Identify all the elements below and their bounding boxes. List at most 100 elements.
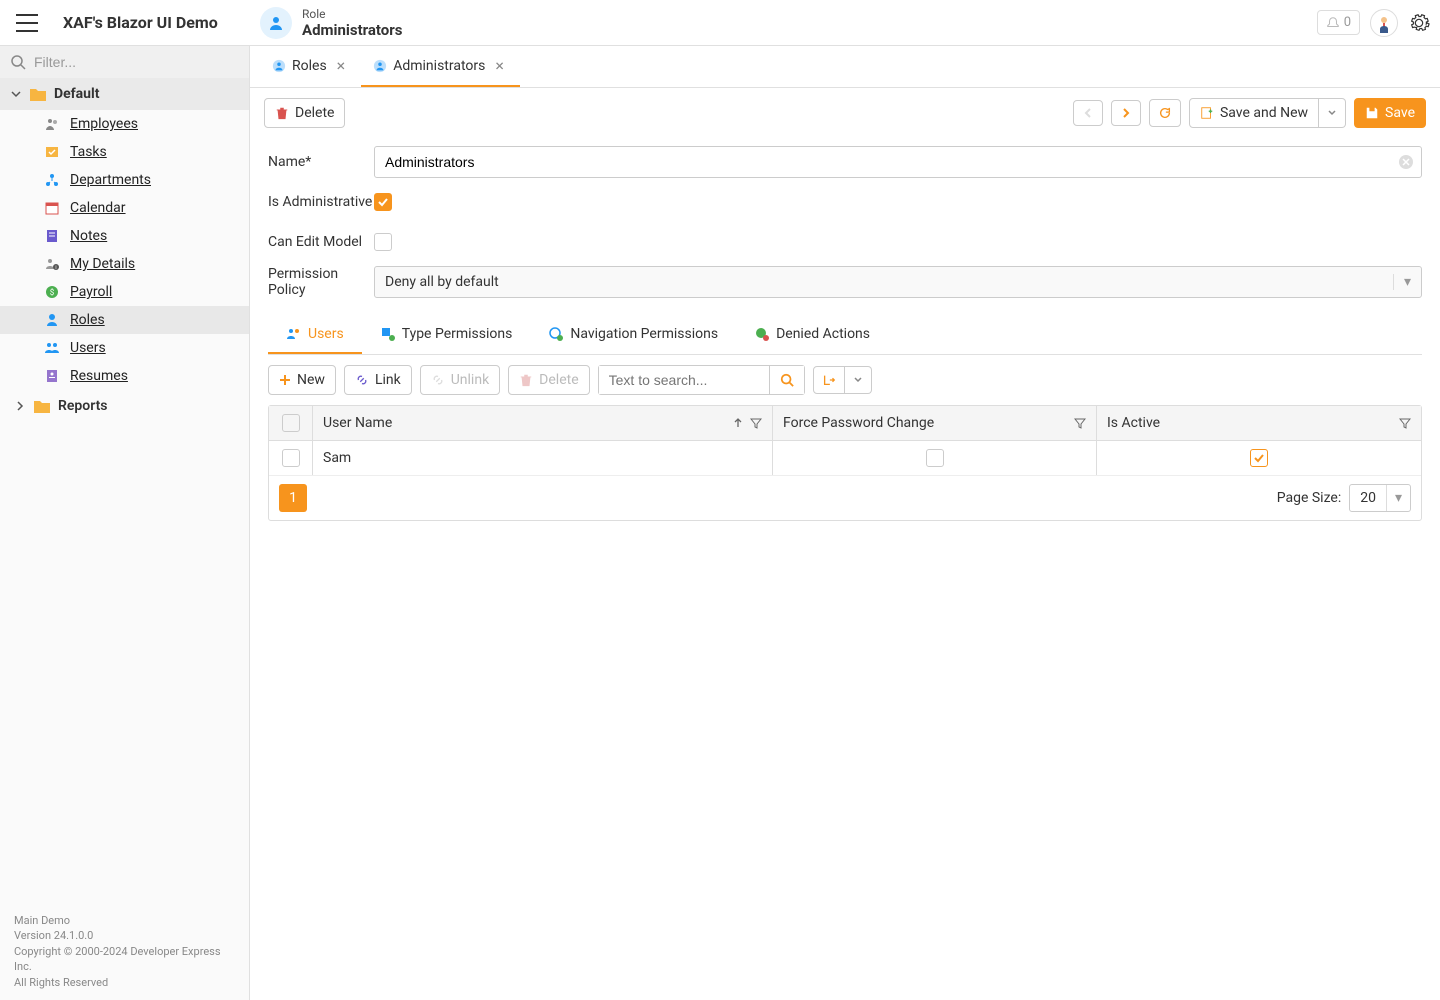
- notes-icon: [44, 228, 60, 244]
- nav-item-resumes[interactable]: Resumes: [0, 362, 249, 390]
- nav-group-default[interactable]: Default: [0, 78, 249, 110]
- type-perms-icon: [380, 326, 396, 342]
- col-username-header[interactable]: User Name: [323, 415, 392, 431]
- caret-down-icon: [1327, 108, 1337, 118]
- export-button[interactable]: [813, 366, 845, 394]
- trash-icon: [275, 106, 289, 120]
- is-active-checkbox[interactable]: [1250, 449, 1268, 467]
- page-size-select[interactable]: 20 ▾: [1349, 484, 1411, 512]
- filter-icon[interactable]: [1399, 417, 1411, 429]
- export-icon: [822, 373, 836, 387]
- folder-icon: [34, 399, 50, 413]
- table-row[interactable]: Sam: [269, 441, 1421, 476]
- filter-icon[interactable]: [1074, 417, 1086, 429]
- search-icon: [10, 54, 26, 70]
- employees-icon: [44, 116, 60, 132]
- calendar-icon: [44, 200, 60, 216]
- grid-search-button[interactable]: [769, 366, 804, 394]
- role-icon: [272, 59, 286, 73]
- page-1-button[interactable]: 1: [279, 484, 307, 512]
- entity-type-label: Role: [302, 7, 402, 21]
- nav-item-users[interactable]: Users: [0, 334, 249, 362]
- save-button[interactable]: Save: [1354, 98, 1426, 128]
- grid-search-input[interactable]: [599, 366, 769, 394]
- col-isactive-header[interactable]: Is Active: [1107, 415, 1160, 431]
- tab-administrators[interactable]: Administrators ×: [361, 46, 520, 87]
- role-icon: [373, 59, 387, 73]
- chevron-right-icon: [1120, 107, 1132, 119]
- entity-name-label: Administrators: [302, 21, 402, 39]
- is-admin-checkbox[interactable]: [374, 193, 392, 211]
- can-edit-checkbox[interactable]: [374, 233, 392, 251]
- caret-down-icon: ▾: [1386, 485, 1410, 511]
- nav-item-tasks[interactable]: Tasks: [0, 138, 249, 166]
- folder-icon: [30, 87, 46, 101]
- save-icon: [1365, 106, 1379, 120]
- refresh-button[interactable]: [1149, 99, 1181, 127]
- search-icon: [780, 373, 794, 387]
- col-forcepw-header[interactable]: Force Password Change: [783, 415, 934, 431]
- sidebar-footer: Main Demo Version 24.1.0.0 Copyright © 2…: [0, 903, 249, 1000]
- force-pw-checkbox[interactable]: [926, 449, 944, 467]
- tab-roles[interactable]: Roles ×: [260, 46, 361, 87]
- nav-perms-icon: [548, 326, 564, 342]
- users-icon: [286, 326, 302, 342]
- app-title: XAF's Blazor UI Demo: [63, 13, 218, 32]
- save-and-new-button-group: Save and New: [1189, 98, 1346, 128]
- settings-gear-icon[interactable]: [1408, 12, 1430, 34]
- nav-item-calendar[interactable]: Calendar: [0, 194, 249, 222]
- new-button[interactable]: New: [268, 365, 336, 395]
- plus-icon: [279, 374, 291, 386]
- chevron-left-icon: [1082, 107, 1094, 119]
- name-input[interactable]: [374, 146, 1422, 178]
- users-icon: [44, 340, 60, 356]
- tab-close-icon[interactable]: ×: [333, 56, 350, 75]
- filter-icon[interactable]: [750, 417, 762, 429]
- save-and-new-button[interactable]: Save and New: [1189, 98, 1319, 128]
- next-button[interactable]: [1111, 100, 1141, 126]
- row-checkbox[interactable]: [282, 449, 300, 467]
- nav-item-departments[interactable]: Departments: [0, 166, 249, 194]
- nav-item-notes[interactable]: Notes: [0, 222, 249, 250]
- denied-icon: [754, 326, 770, 342]
- export-dropdown[interactable]: [845, 366, 872, 394]
- resumes-icon: [44, 368, 60, 384]
- tasks-icon: [44, 144, 60, 160]
- nav-item-roles[interactable]: Roles: [0, 306, 249, 334]
- link-button[interactable]: Link: [344, 365, 412, 395]
- sort-asc-icon[interactable]: [732, 417, 744, 429]
- tab-close-icon[interactable]: ×: [491, 56, 508, 75]
- name-label: Name*: [268, 154, 374, 170]
- nav-group-reports[interactable]: Reports: [0, 390, 249, 422]
- cell-username: Sam: [323, 450, 351, 466]
- delete-button[interactable]: Delete: [264, 98, 345, 128]
- save-new-icon: [1200, 106, 1214, 120]
- unlink-icon: [431, 373, 445, 387]
- departments-icon: [44, 172, 60, 188]
- page-size-label: Page Size:: [1277, 490, 1342, 506]
- select-all-checkbox[interactable]: [282, 414, 300, 432]
- save-and-new-dropdown[interactable]: [1319, 98, 1346, 128]
- notifications-button[interactable]: 0: [1317, 10, 1360, 35]
- chevron-down-icon: [10, 88, 22, 100]
- nav-item-employees[interactable]: Employees: [0, 110, 249, 138]
- subtab-nav-permissions[interactable]: Navigation Permissions: [530, 316, 736, 354]
- is-admin-label: Is Administrative: [268, 194, 374, 210]
- policy-label: Permission Policy: [268, 266, 374, 298]
- roles-icon: [44, 312, 60, 328]
- subtab-denied-actions[interactable]: Denied Actions: [736, 316, 888, 354]
- clear-input-icon[interactable]: [1398, 154, 1414, 170]
- hamburger-menu[interactable]: [16, 14, 38, 32]
- grid-delete-button: Delete: [508, 365, 589, 395]
- refresh-icon: [1158, 106, 1172, 120]
- nav-item-payroll[interactable]: $ Payroll: [0, 278, 249, 306]
- subtab-users[interactable]: Users: [268, 316, 362, 354]
- svg-text:$: $: [50, 288, 55, 297]
- subtab-type-permissions[interactable]: Type Permissions: [362, 316, 531, 354]
- can-edit-label: Can Edit Model: [268, 234, 374, 250]
- nav-filter-input[interactable]: [34, 54, 239, 70]
- policy-select[interactable]: Deny all by default ▾: [374, 266, 1422, 298]
- user-avatar[interactable]: [1370, 9, 1398, 37]
- prev-button[interactable]: [1073, 100, 1103, 126]
- nav-item-mydetails[interactable]: i My Details: [0, 250, 249, 278]
